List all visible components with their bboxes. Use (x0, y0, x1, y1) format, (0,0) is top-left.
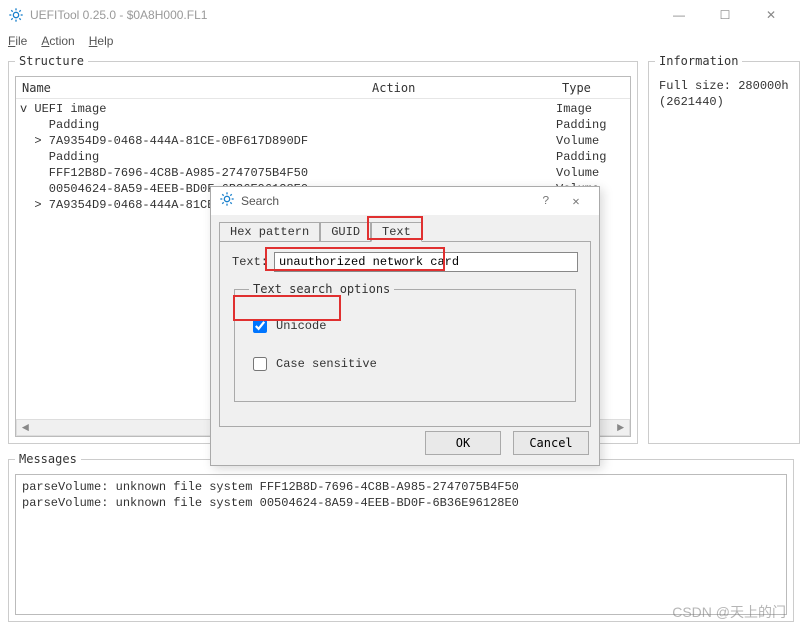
col-name[interactable]: Name (16, 81, 366, 95)
menu-action[interactable]: Action (41, 34, 74, 48)
close-button[interactable]: ✕ (748, 0, 794, 30)
tree-row[interactable]: > 7A9354D9-0468-444A-81CE-0BF617D890DFVo… (16, 133, 630, 149)
app-icon (8, 7, 24, 23)
dialog-close-button[interactable]: ✕ (561, 194, 591, 209)
tree-header: Name Action Type (16, 77, 630, 99)
dialog-help-button[interactable]: ? (531, 194, 561, 208)
search-dialog: Search ? ✕ Hex pattern GUID Text Text: T… (210, 186, 600, 466)
unicode-checkbox-row[interactable]: Unicode (249, 316, 561, 336)
tab-body: Text: Text search options Unicode Case s… (219, 241, 591, 427)
cancel-button[interactable]: Cancel (513, 431, 589, 455)
ok-button[interactable]: OK (425, 431, 501, 455)
info-body: Full size: 280000h (2621440) (655, 74, 793, 114)
information-panel: Information Full size: 280000h (2621440) (648, 54, 800, 444)
tab-hex-pattern[interactable]: Hex pattern (219, 222, 320, 242)
tree-row[interactable]: PaddingPadding (16, 149, 630, 165)
unicode-checkbox[interactable] (253, 319, 267, 333)
tab-text[interactable]: Text (371, 222, 422, 242)
scroll-right-icon[interactable]: ► (612, 420, 629, 435)
dialog-titlebar: Search ? ✕ (211, 187, 599, 215)
tab-guid[interactable]: GUID (320, 222, 371, 242)
window-title: UEFITool 0.25.0 - $0A8H000.FL1 (30, 8, 656, 22)
tree-row[interactable]: v UEFI imageImage (16, 101, 630, 117)
dialog-icon (219, 191, 235, 211)
messages-legend: Messages (15, 452, 81, 466)
text-search-options: Text search options Unicode Case sensiti… (234, 282, 576, 402)
case-checkbox-row[interactable]: Case sensitive (249, 354, 561, 374)
search-text-input[interactable] (274, 252, 578, 272)
tree-row[interactable]: PaddingPadding (16, 117, 630, 133)
messages-body: parseVolume: unknown file system FFF12B8… (15, 474, 787, 615)
messages-panel: Messages parseVolume: unknown file syste… (8, 452, 794, 622)
case-label: Case sensitive (276, 357, 377, 371)
col-type[interactable]: Type (556, 81, 630, 95)
maximize-button[interactable]: ☐ (702, 0, 748, 30)
scroll-left-icon[interactable]: ◄ (17, 420, 34, 435)
menubar: File Action Help (0, 30, 802, 52)
structure-legend: Structure (15, 54, 88, 68)
information-legend: Information (655, 54, 742, 68)
unicode-label: Unicode (276, 319, 326, 333)
case-checkbox[interactable] (253, 357, 267, 371)
dialog-tabs: Hex pattern GUID Text (219, 222, 599, 242)
col-action[interactable]: Action (366, 81, 556, 95)
tree-row[interactable]: FFF12B8D-7696-4C8B-A985-2747075B4F50Volu… (16, 165, 630, 181)
text-label: Text: (232, 255, 268, 269)
minimize-button[interactable]: — (656, 0, 702, 30)
menu-file[interactable]: File (8, 34, 27, 48)
menu-help[interactable]: Help (89, 34, 114, 48)
titlebar: UEFITool 0.25.0 - $0A8H000.FL1 — ☐ ✕ (0, 0, 802, 30)
options-legend: Text search options (249, 282, 394, 296)
dialog-title: Search (241, 194, 531, 208)
